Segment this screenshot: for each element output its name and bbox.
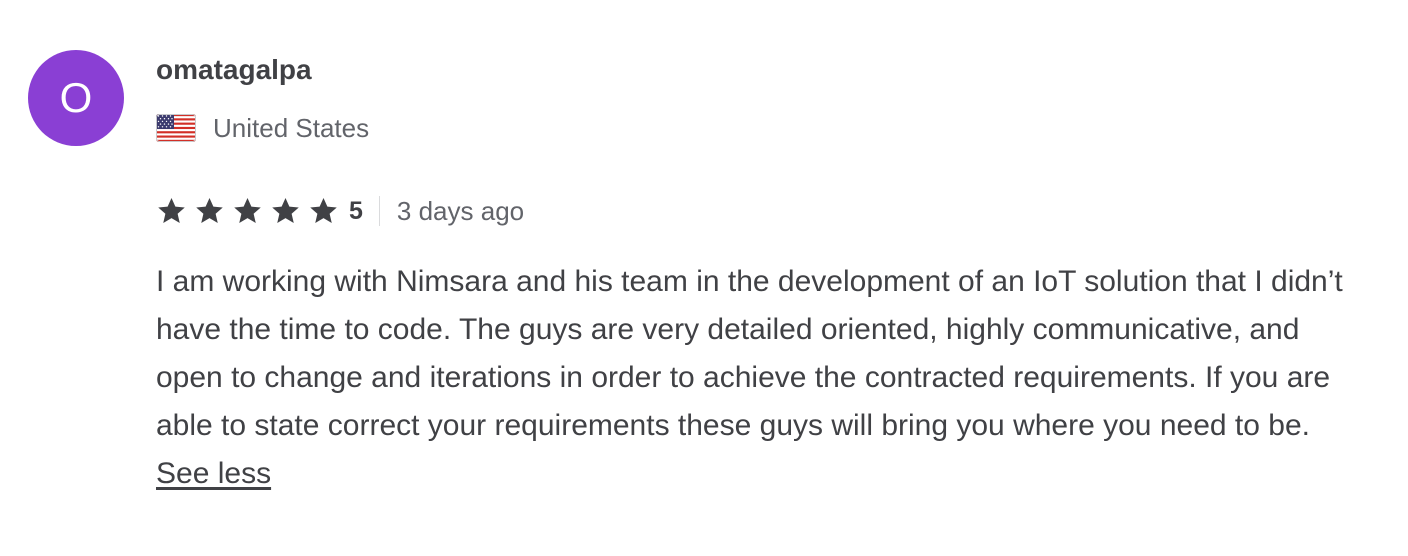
review-description: I am working with Nimsara and his team i…: [156, 258, 1371, 498]
rating-row: 5 3 days ago: [156, 193, 524, 229]
star-icon: [196, 198, 223, 223]
reviewer-country: United States: [156, 112, 369, 144]
star-icon: [272, 198, 299, 223]
rating-score: 5: [349, 196, 363, 225]
review-body: I am working with Nimsara and his team i…: [156, 265, 1343, 442]
review-date: 3 days ago: [396, 195, 525, 226]
star-icon: [310, 198, 337, 223]
star-icon: [234, 198, 261, 223]
us-flag-icon: [156, 114, 196, 142]
country-name: United States: [213, 112, 370, 143]
reviewer-username[interactable]: omatagalpa: [156, 54, 312, 86]
divider: [378, 196, 380, 226]
star-rating: [156, 196, 339, 226]
star-icon: [158, 198, 185, 223]
see-less-link[interactable]: See less: [156, 457, 271, 490]
avatar[interactable]: O: [28, 50, 124, 146]
